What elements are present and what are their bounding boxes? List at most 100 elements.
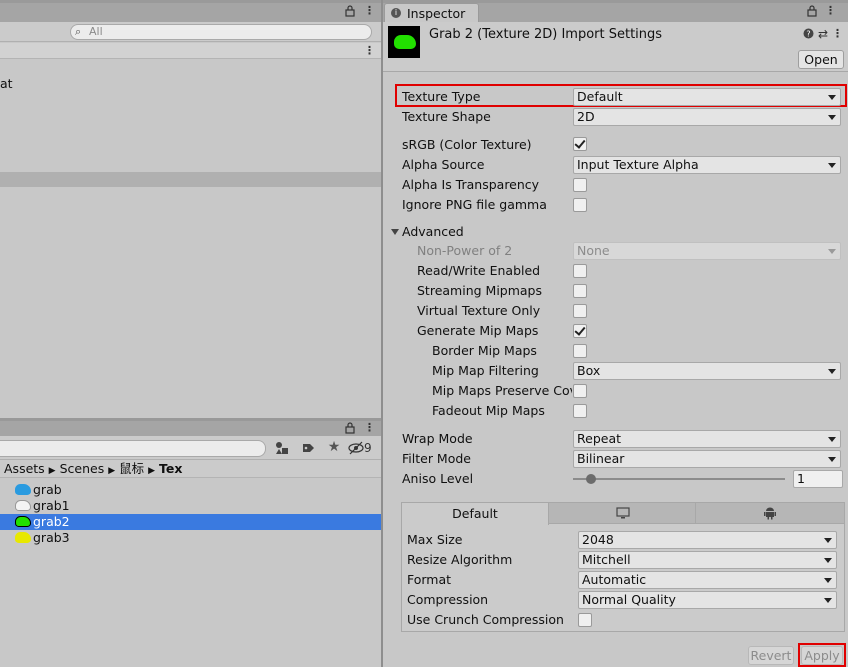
- breadcrumb-tex[interactable]: Tex: [159, 461, 182, 476]
- tab-standalone-platform[interactable]: [550, 503, 696, 524]
- filter-by-type-icon[interactable]: [274, 441, 290, 459]
- read-write-label: Read/Write Enabled: [417, 263, 541, 278]
- crunch-compression-checkbox[interactable]: [578, 613, 592, 627]
- file-name: grab3: [33, 530, 70, 545]
- kebab-menu-icon[interactable]: ⋮: [825, 4, 836, 18]
- preset-icon[interactable]: ⇄: [817, 27, 829, 41]
- wrap-mode-value: Repeat: [577, 431, 622, 446]
- aniso-level-label: Aniso Level: [402, 471, 474, 486]
- npot-label: Non-Power of 2: [417, 243, 513, 258]
- filter-mode-dropdown[interactable]: Bilinear: [573, 450, 841, 468]
- mip-map-filtering-dropdown[interactable]: Box: [573, 362, 841, 380]
- lock-icon[interactable]: [344, 5, 356, 21]
- texture-shape-value: 2D: [577, 109, 595, 124]
- file-name: grab: [33, 482, 62, 497]
- texture-type-label: Texture Type: [402, 89, 481, 104]
- chevron-down-icon: [824, 558, 832, 563]
- revert-button[interactable]: Revert: [748, 646, 794, 665]
- format-label: Format: [407, 572, 452, 587]
- lock-icon[interactable]: [806, 5, 818, 21]
- alpha-transparency-checkbox[interactable]: [573, 178, 587, 192]
- srgb-checkbox[interactable]: [573, 137, 587, 151]
- tab-inspector[interactable]: i Inspector: [384, 3, 479, 22]
- hierarchy-subbar: [0, 43, 381, 59]
- hierarchy-panel: ⋮ ⌕ All ⋮ at: [0, 0, 381, 418]
- project-panel: ⋮ ★ 9 Assets ▶ Scenes ▶ 鼠标 ▶ Tex grab gr…: [0, 421, 381, 667]
- mip-maps-preserve-coverage-label: Mip Maps Preserve Coverage: [432, 383, 572, 398]
- format-dropdown[interactable]: Automatic: [578, 571, 837, 589]
- max-size-value: 2048: [582, 532, 614, 547]
- wrap-mode-label: Wrap Mode: [402, 431, 473, 446]
- chevron-down-icon: [828, 163, 836, 168]
- file-item-grab2[interactable]: grab2: [0, 514, 381, 530]
- chevron-down-icon: [828, 95, 836, 100]
- breadcrumb-scenes[interactable]: Scenes: [60, 461, 105, 476]
- search-input[interactable]: ⌕ All: [70, 24, 372, 40]
- read-write-checkbox[interactable]: [573, 264, 587, 278]
- resize-algorithm-value: Mitchell: [582, 552, 631, 567]
- virtual-texture-label: Virtual Texture Only: [417, 303, 541, 318]
- alpha-source-label: Alpha Source: [402, 157, 485, 172]
- file-item-grab3[interactable]: grab3: [0, 530, 381, 546]
- ignore-png-gamma-label: Ignore PNG file gamma: [402, 197, 547, 212]
- streaming-mipmaps-checkbox[interactable]: [573, 284, 587, 298]
- compression-label: Compression: [407, 592, 489, 607]
- srgb-label: sRGB (Color Texture): [402, 137, 532, 152]
- help-icon[interactable]: ?: [802, 28, 814, 43]
- open-button[interactable]: Open: [798, 50, 844, 69]
- crunch-compression-label: Use Crunch Compression: [407, 612, 564, 627]
- hierarchy-options-icon[interactable]: ⋮: [364, 44, 375, 58]
- resize-algorithm-dropdown[interactable]: Mitchell: [578, 551, 837, 569]
- apply-button[interactable]: Apply: [801, 646, 843, 665]
- mip-maps-preserve-coverage-checkbox[interactable]: [573, 384, 587, 398]
- file-item-grab1[interactable]: grab1: [0, 498, 381, 514]
- file-name: grab2: [33, 514, 70, 529]
- aniso-level-slider[interactable]: [573, 472, 785, 486]
- filter-by-label-icon[interactable]: [300, 441, 316, 459]
- mip-map-filtering-value: Box: [577, 363, 601, 378]
- fadeout-mip-maps-checkbox[interactable]: [573, 404, 587, 418]
- project-search-input[interactable]: [0, 440, 266, 457]
- filter-mode-label: Filter Mode: [402, 451, 471, 466]
- tab-android-platform[interactable]: [697, 503, 844, 524]
- max-size-label: Max Size: [407, 532, 463, 547]
- hand-cursor-icon: [15, 484, 31, 495]
- virtual-texture-checkbox[interactable]: [573, 304, 587, 318]
- hand-cursor-icon: [394, 35, 416, 49]
- breadcrumb-folder[interactable]: 鼠标: [119, 461, 144, 476]
- settings-menu-icon[interactable]: ⋮: [832, 27, 843, 41]
- ignore-png-gamma-checkbox[interactable]: [573, 198, 587, 212]
- slider-thumb[interactable]: [586, 474, 596, 484]
- chevron-down-icon: [828, 437, 836, 442]
- chevron-right-icon: ▶: [48, 466, 56, 476]
- texture-type-dropdown[interactable]: Default: [573, 88, 841, 106]
- wrap-mode-dropdown[interactable]: Repeat: [573, 430, 841, 448]
- chevron-down-icon: [828, 457, 836, 462]
- hierarchy-selected-row[interactable]: [0, 172, 381, 187]
- breadcrumb-assets[interactable]: Assets: [4, 461, 45, 476]
- texture-shape-dropdown[interactable]: 2D: [573, 108, 841, 126]
- alpha-source-dropdown[interactable]: Input Texture Alpha: [573, 156, 841, 174]
- file-item-grab[interactable]: grab: [0, 482, 381, 498]
- texture-preview-icon: [388, 26, 420, 58]
- inspector-tab-label: Inspector: [407, 6, 466, 21]
- info-icon: i: [391, 8, 401, 18]
- aniso-level-input[interactable]: 1: [793, 470, 843, 488]
- kebab-menu-icon[interactable]: ⋮: [364, 421, 375, 435]
- npot-dropdown[interactable]: None: [573, 242, 841, 260]
- favorite-star-icon[interactable]: ★: [326, 440, 342, 454]
- hierarchy-tab-bar: [0, 0, 381, 22]
- texture-type-value: Default: [577, 89, 623, 104]
- search-icon: ⌕: [75, 25, 82, 38]
- border-mip-maps-checkbox[interactable]: [573, 344, 587, 358]
- hand-cursor-icon: [15, 516, 31, 527]
- tab-default-platform[interactable]: Default: [402, 503, 549, 525]
- generate-mip-maps-checkbox[interactable]: [573, 324, 587, 338]
- hidden-packages-icon[interactable]: 9: [348, 441, 378, 455]
- max-size-dropdown[interactable]: 2048: [578, 531, 837, 549]
- advanced-foldout[interactable]: Advanced: [389, 224, 489, 240]
- hierarchy-partial-text: at: [0, 76, 13, 91]
- compression-dropdown[interactable]: Normal Quality: [578, 591, 837, 609]
- kebab-menu-icon[interactable]: ⋮: [364, 4, 375, 18]
- hand-cursor-icon: [15, 532, 31, 543]
